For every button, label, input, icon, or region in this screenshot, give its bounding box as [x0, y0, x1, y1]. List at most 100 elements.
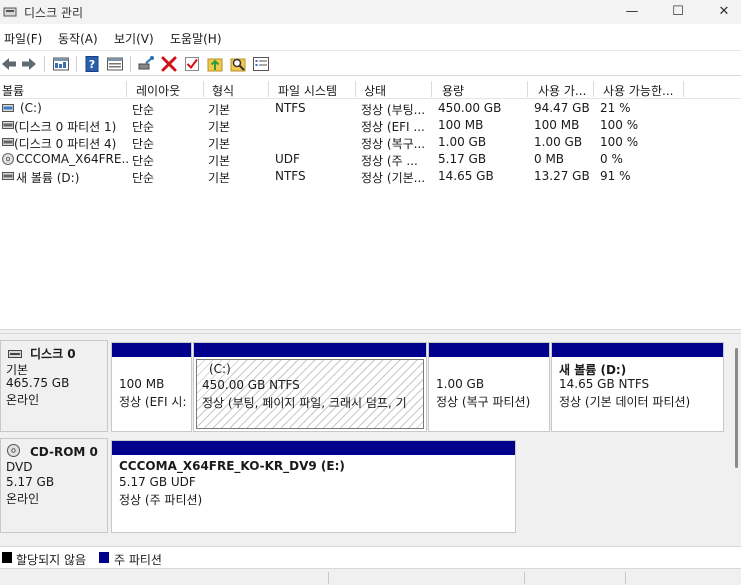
volume-row[interactable]: 새 볼륨 (D:) 단순 기본 NTFS 정상 (기본... 14.65 GB … [0, 168, 741, 185]
volume-percent-free: 100 % [600, 118, 639, 132]
partition-type-bar [112, 441, 515, 455]
partition-c[interactable]: (C:) 450.00 GB NTFS 정상 (부팅, 페이지 파일, 크래시 … [193, 342, 427, 432]
partition-size: 450.00 GB NTFS [202, 378, 300, 392]
volume-capacity: 5.17 GB [438, 152, 487, 166]
disk-state: 온라인 [6, 393, 40, 407]
column-status[interactable]: 상태 [364, 82, 386, 99]
disk-name: 디스크 0 [30, 347, 76, 361]
delete-icon[interactable] [160, 55, 178, 73]
disk-size: 465.75 GB [6, 376, 70, 390]
column-divider[interactable] [126, 81, 127, 97]
volume-percent-free: 91 % [600, 169, 631, 183]
check-icon[interactable] [183, 55, 201, 73]
volume-percent-free: 0 % [600, 152, 623, 166]
list-icon[interactable] [252, 55, 270, 73]
menu-view[interactable]: 보기(V) [114, 30, 154, 47]
volume-row[interactable]: CCCOMA_X64FRE... 단순 기본 UDF 정상 (주 ... 5.1… [0, 151, 741, 168]
disk-0-label[interactable]: 디스크 0 기본 465.75 GB 온라인 [0, 340, 108, 432]
forward-icon[interactable] [20, 55, 38, 73]
volume-row[interactable]: (디스크 0 파티션 1) 단순 기본 정상 (EFI ... 100 MB 1… [0, 117, 741, 134]
column-capacity[interactable]: 용량 [442, 82, 464, 99]
volume-status: 정상 (EFI ... [361, 120, 425, 134]
back-icon[interactable] [0, 55, 18, 73]
volume-list: 볼륨 레이아웃 형식 파일 시스템 상태 용량 사용 가... 사용 가능한..… [0, 79, 741, 329]
maximize-button[interactable]: ☐ [655, 0, 701, 24]
partition-body: 새 볼륨 (D:) 14.65 GB NTFS 정상 (기본 데이터 파티션) [554, 359, 721, 429]
properties-icon[interactable] [106, 55, 124, 73]
partition-status: 정상 (주 파티션) [119, 493, 203, 507]
menu-file[interactable]: 파일(F) [4, 30, 42, 47]
column-filesystem[interactable]: 파일 시스템 [278, 82, 337, 99]
disk-name: CD-ROM 0 [30, 445, 98, 459]
column-divider[interactable] [593, 81, 594, 97]
partition-status: 정상 (복구 파티션) [436, 395, 531, 409]
partition-name: (C:) [209, 362, 231, 376]
volume-free-space: 94.47 GB [534, 101, 590, 115]
partition-status: 정상 (부팅, 페이지 파일, 크래시 덤프, 기 [202, 396, 407, 410]
disk-list-icon[interactable] [52, 55, 70, 73]
volume-free-space: 13.27 GB [534, 169, 590, 183]
partition-body-selected: (C:) 450.00 GB NTFS 정상 (부팅, 페이지 파일, 크래시 … [196, 359, 424, 429]
column-volume[interactable]: 볼륨 [2, 82, 24, 99]
column-divider[interactable] [355, 81, 356, 97]
volume-free-space: 100 MB [534, 118, 580, 132]
menu-help[interactable]: 도움말(H) [170, 30, 222, 47]
minimize-button[interactable]: — [609, 0, 655, 24]
partition-size: 14.65 GB NTFS [559, 377, 650, 391]
column-free-space[interactable]: 사용 가... [538, 82, 586, 99]
help-icon[interactable]: ? [83, 55, 101, 73]
volume-filesystem: UDF [275, 152, 300, 166]
volume-filesystem: NTFS [275, 101, 306, 115]
volume-name: (C:) [20, 101, 42, 115]
volume-filesystem: NTFS [275, 169, 306, 183]
volume-percent-free: 100 % [600, 135, 639, 149]
disk-state: 온라인 [6, 492, 40, 506]
window-title: 디스크 관리 [24, 6, 84, 20]
volume-status: 정상 (부팅... [361, 103, 426, 117]
search-icon[interactable] [229, 55, 247, 73]
vertical-scrollbar[interactable] [735, 348, 738, 468]
column-layout[interactable]: 레이아웃 [136, 82, 180, 99]
toolbar-separator [130, 56, 131, 72]
volume-layout: 단순 [132, 154, 155, 168]
volume-icon [2, 104, 14, 112]
cdrom-0-label[interactable]: CD-ROM 0 DVD 5.17 GB 온라인 [0, 438, 108, 533]
partition-body: 100 MB 정상 (EFI 시: [114, 359, 189, 429]
partition-efi[interactable]: 100 MB 정상 (EFI 시: [111, 342, 192, 432]
partition-size: 1.00 GB [436, 377, 485, 391]
title-bar: 디스크 관리 — ☐ ✕ [0, 0, 741, 24]
partition-d[interactable]: 새 볼륨 (D:) 14.65 GB NTFS 정상 (기본 데이터 파티션) [551, 342, 724, 432]
volume-icon [2, 138, 14, 146]
close-button[interactable]: ✕ [701, 0, 741, 24]
volume-name: 새 볼륨 (D:) [16, 171, 80, 185]
connect-icon[interactable] [137, 55, 155, 73]
column-divider[interactable] [527, 81, 528, 97]
volume-type: 기본 [208, 120, 231, 134]
partition-body: 1.00 GB 정상 (복구 파티션) [431, 359, 547, 429]
volume-row[interactable]: (디스크 0 파티션 4) 단순 기본 정상 (복구... 1.00 GB 1.… [0, 134, 741, 151]
partition-cdrom[interactable]: CCCOMA_X64FRE_KO-KR_DV9 (E:) 5.17 GB UDF… [111, 440, 516, 533]
legend-swatch-unallocated [2, 552, 12, 563]
up-icon[interactable] [206, 55, 224, 73]
volume-capacity: 100 MB [438, 118, 484, 132]
volume-name: (디스크 0 파티션 1) [14, 120, 117, 134]
column-divider[interactable] [268, 81, 269, 97]
legend-label-unallocated: 할당되지 않음 [16, 553, 87, 567]
partition-type-bar [429, 343, 549, 357]
volume-icon [2, 121, 14, 129]
menu-action[interactable]: 동작(A) [58, 30, 98, 47]
column-divider[interactable] [203, 81, 204, 97]
volume-name: CCCOMA_X64FRE... [16, 152, 128, 166]
partition-recovery[interactable]: 1.00 GB 정상 (복구 파티션) [428, 342, 550, 432]
menu-bar: 파일(F) 동작(A) 보기(V) 도움말(H) [0, 27, 741, 49]
column-divider[interactable] [431, 81, 432, 97]
volume-status: 정상 (주 ... [361, 154, 418, 168]
partition-type-bar [112, 343, 191, 357]
partition-status: 정상 (EFI 시: [119, 395, 187, 409]
volume-row[interactable]: (C:) 단순 기본 NTFS 정상 (부팅... 450.00 GB 94.4… [0, 100, 741, 117]
volume-capacity: 450.00 GB [438, 101, 502, 115]
column-percent-free[interactable]: 사용 가능한... [603, 82, 673, 99]
column-divider[interactable] [683, 81, 684, 97]
cd-icon [2, 153, 14, 165]
column-type[interactable]: 형식 [212, 82, 234, 99]
